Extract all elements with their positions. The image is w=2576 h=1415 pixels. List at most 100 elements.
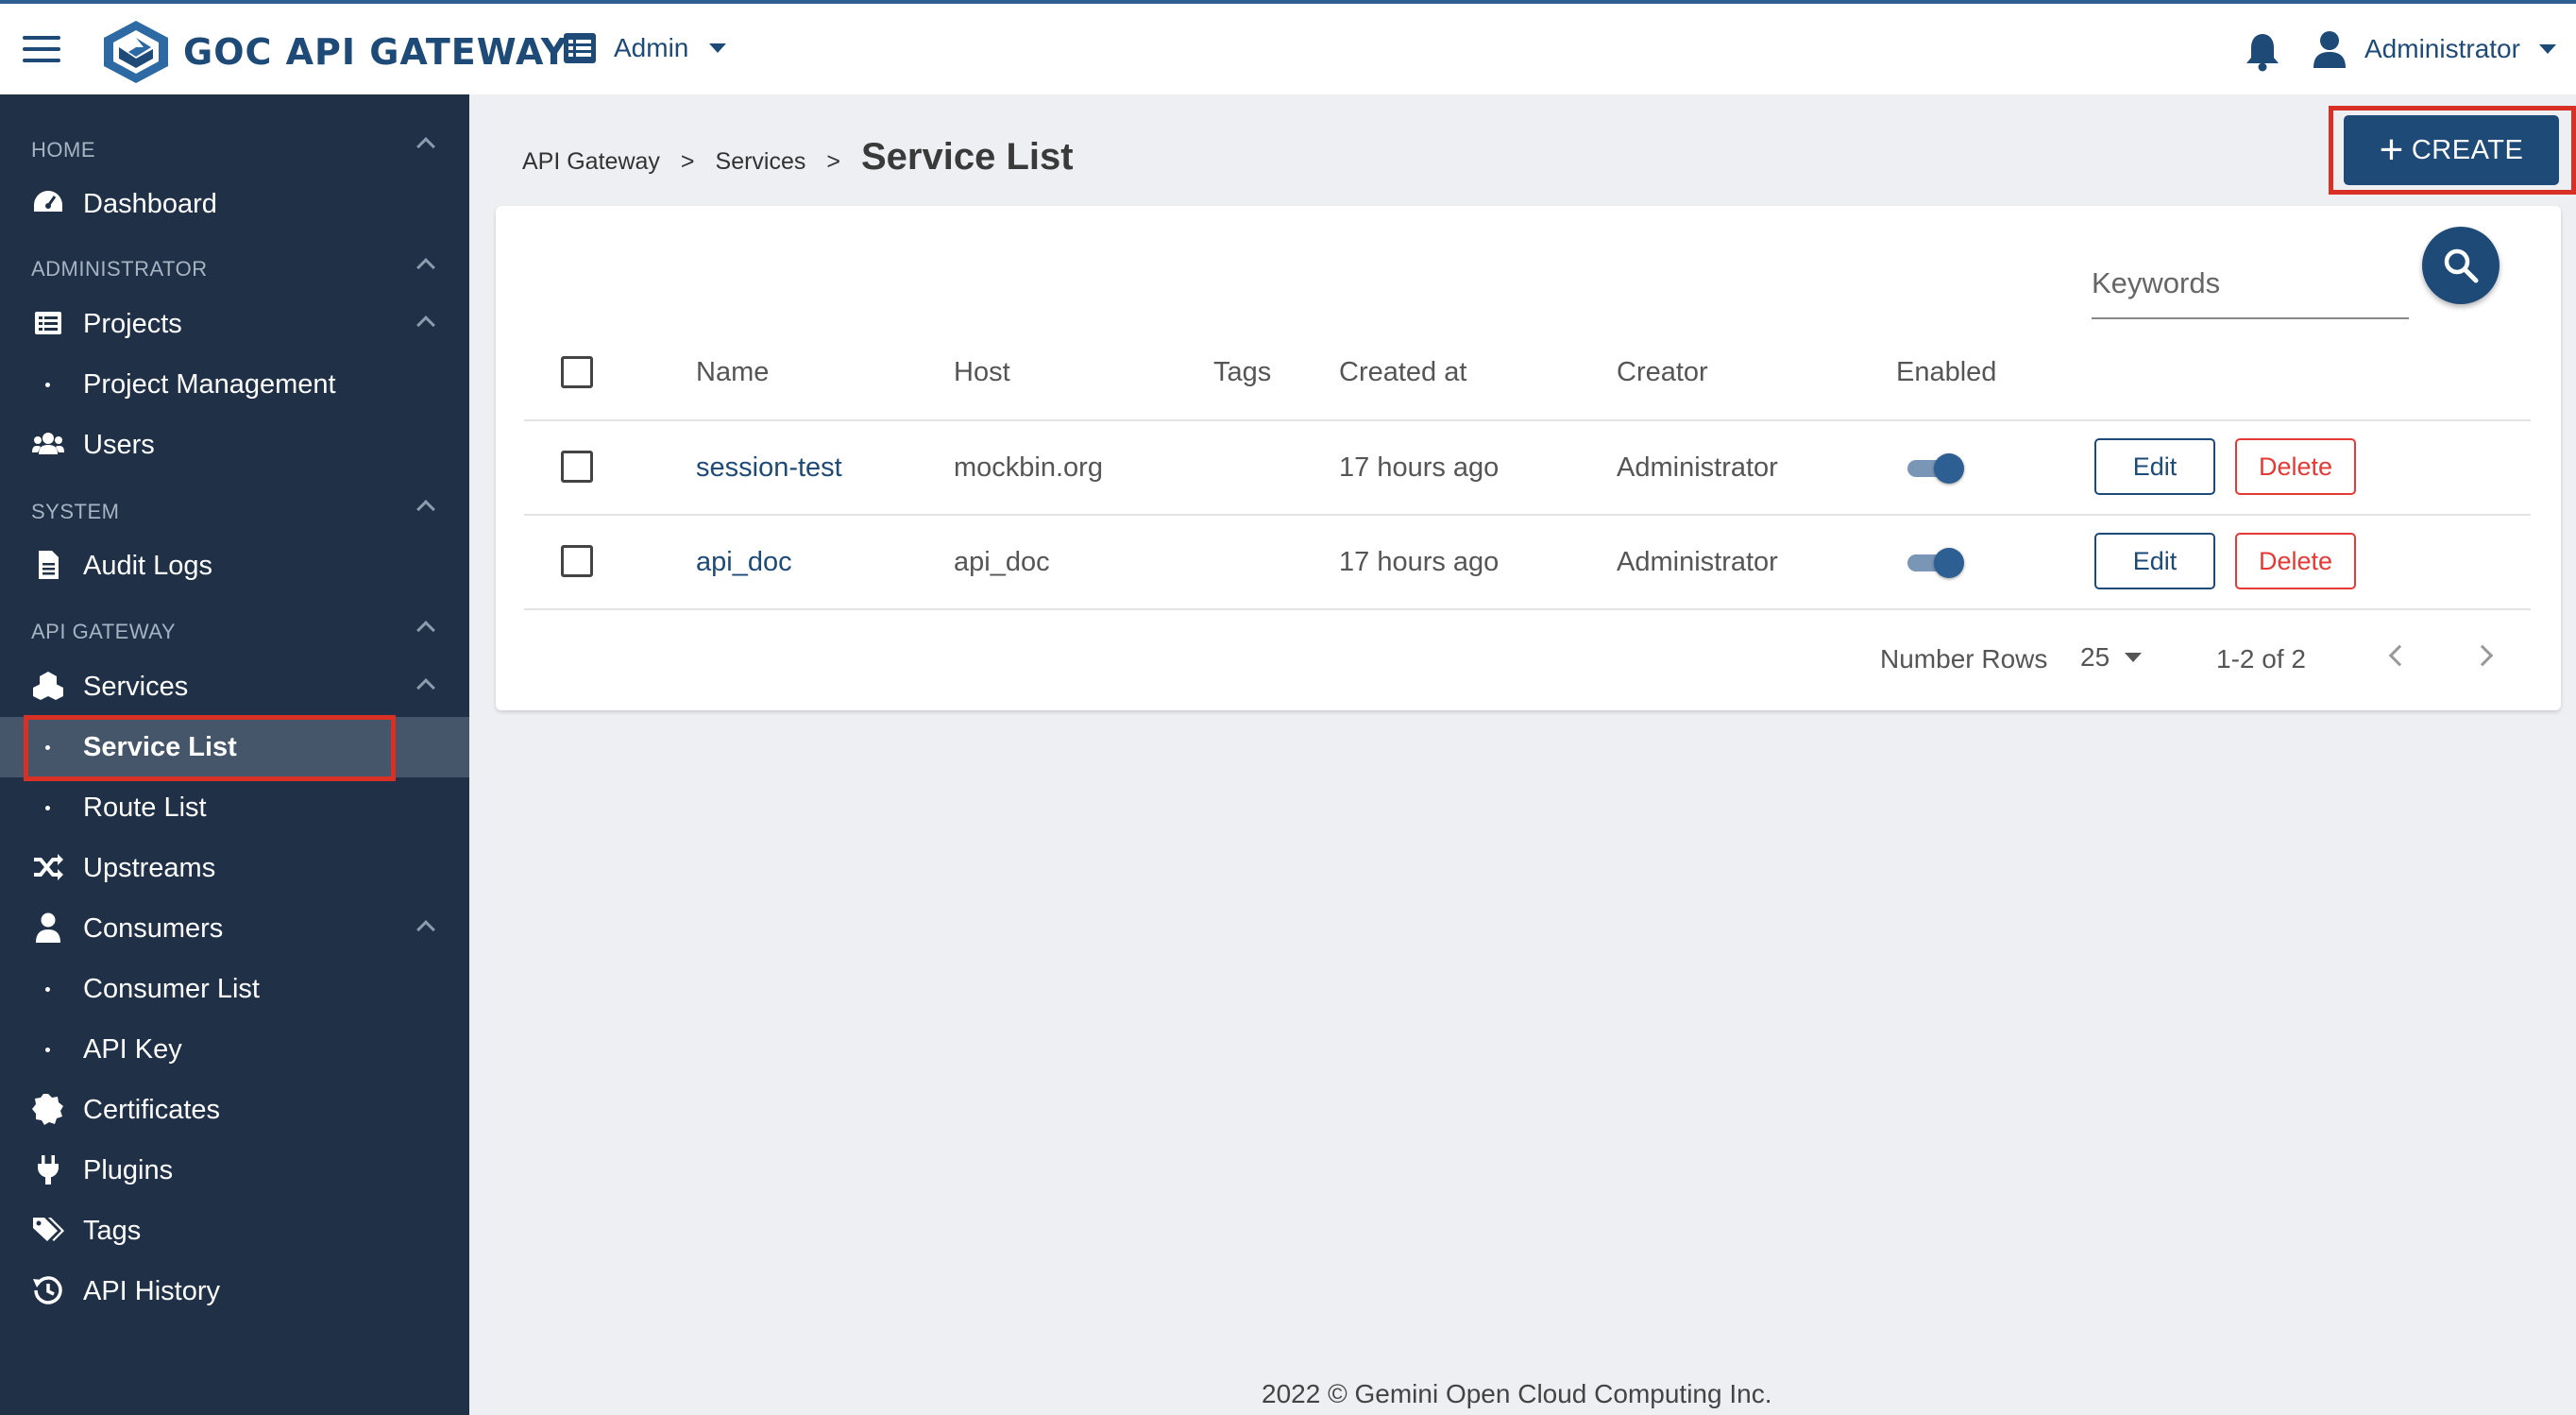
sidebar-item-label: API Key bbox=[83, 1033, 182, 1065]
shuffle-icon bbox=[34, 854, 63, 880]
app-logo[interactable]: GOC API GATEWAY bbox=[100, 19, 568, 85]
sidebar-item-upstreams[interactable]: Upstreams bbox=[0, 838, 469, 898]
service-host: mockbin.org bbox=[954, 452, 1103, 483]
section-administrator: ADMINISTRATOR bbox=[31, 257, 208, 281]
rows-per-page-select[interactable]: 25 bbox=[2080, 642, 2143, 673]
user-icon bbox=[36, 912, 60, 943]
sidebar-item-label: Users bbox=[83, 429, 155, 460]
breadcrumb-separator: > bbox=[680, 148, 695, 175]
caret-down-icon bbox=[709, 43, 727, 53]
role-label: Admin bbox=[614, 33, 689, 62]
rows-per-page-value: 25 bbox=[2080, 642, 2110, 672]
highlight-box bbox=[2329, 106, 2576, 195]
column-header-host[interactable]: Host bbox=[954, 357, 1010, 388]
search-input[interactable] bbox=[2092, 255, 2409, 312]
sidebar-item-label: Projects bbox=[83, 308, 182, 339]
chevron-up-icon[interactable] bbox=[416, 258, 435, 277]
sidebar-item-route-list[interactable]: Route List bbox=[0, 777, 469, 838]
notification-bell-icon[interactable] bbox=[2244, 32, 2281, 72]
sidebar-item-audit-logs[interactable]: Audit Logs bbox=[0, 536, 469, 596]
user-avatar-icon bbox=[2313, 31, 2346, 68]
sidebar-item-api-key[interactable]: API Key bbox=[0, 1019, 469, 1080]
sidebar-item-label: Audit Logs bbox=[83, 550, 213, 581]
file-icon bbox=[39, 551, 59, 579]
history-icon bbox=[33, 1276, 62, 1304]
search-icon bbox=[2444, 248, 2479, 283]
row-checkbox[interactable] bbox=[561, 545, 593, 577]
keywords-field[interactable] bbox=[2092, 255, 2409, 319]
projects-icon bbox=[35, 312, 61, 334]
highlight-box bbox=[24, 715, 396, 781]
enabled-toggle[interactable] bbox=[1907, 546, 1964, 578]
sidebar-item-label: Route List bbox=[83, 792, 207, 823]
users-icon bbox=[32, 433, 64, 454]
services-icon bbox=[33, 672, 63, 700]
divider bbox=[524, 419, 2531, 421]
select-all-checkbox[interactable] bbox=[561, 356, 593, 388]
user-name: Administrator bbox=[2364, 34, 2520, 63]
divider bbox=[524, 514, 2531, 516]
sidebar-item-consumers[interactable]: Consumers bbox=[0, 898, 469, 959]
bullet-icon bbox=[45, 987, 50, 992]
role-dropdown[interactable]: Admin bbox=[563, 32, 727, 64]
service-created-at: 17 hours ago bbox=[1339, 452, 1500, 483]
search-button[interactable] bbox=[2422, 227, 2500, 304]
chevron-up-icon bbox=[416, 315, 435, 334]
bullet-icon bbox=[45, 1048, 50, 1052]
column-header-tags[interactable]: Tags bbox=[1213, 357, 1271, 388]
sidebar-item-plugins[interactable]: Plugins bbox=[0, 1140, 469, 1201]
sidebar-item-projects[interactable]: Projects bbox=[0, 294, 469, 354]
caret-down-icon bbox=[2538, 44, 2556, 54]
next-page-icon[interactable] bbox=[2471, 644, 2494, 667]
sidebar-item-label: Consumers bbox=[83, 912, 224, 944]
chevron-up-icon[interactable] bbox=[416, 137, 435, 156]
footer-copyright: 2022 © Gemini Open Cloud Computing Inc. bbox=[1262, 1379, 1772, 1408]
app-title: GOC API GATEWAY bbox=[183, 31, 568, 73]
edit-button[interactable]: Edit bbox=[2094, 438, 2215, 495]
dashboard-icon bbox=[34, 191, 62, 212]
enabled-toggle[interactable] bbox=[1907, 452, 1964, 484]
column-header-enabled[interactable]: Enabled bbox=[1896, 357, 1996, 388]
chevron-up-icon[interactable] bbox=[416, 621, 435, 639]
sidebar-item-api-history[interactable]: API History bbox=[0, 1261, 469, 1321]
chevron-up-icon bbox=[416, 920, 435, 939]
edit-button[interactable]: Edit bbox=[2094, 533, 2215, 589]
breadcrumb: API Gateway > Services > Service List bbox=[522, 136, 1074, 179]
user-dropdown[interactable]: Administrator bbox=[2312, 30, 2556, 68]
service-host: api_doc bbox=[954, 547, 1050, 577]
sidebar-item-users[interactable]: Users bbox=[0, 415, 469, 475]
sidebar-item-consumer-list[interactable]: Consumer List bbox=[0, 959, 469, 1019]
service-name-link[interactable]: api_doc bbox=[696, 547, 792, 578]
sidebar-item-dashboard[interactable]: Dashboard bbox=[0, 174, 469, 234]
sidebar-item-label: Dashboard bbox=[83, 188, 217, 219]
bullet-icon bbox=[45, 806, 50, 810]
service-name-link[interactable]: session-test bbox=[696, 452, 842, 484]
divider bbox=[524, 608, 2531, 610]
pagination-range: 1-2 of 2 bbox=[2216, 644, 2306, 673]
delete-button[interactable]: Delete bbox=[2235, 533, 2356, 589]
previous-page-icon[interactable] bbox=[2388, 644, 2411, 667]
column-header-creator[interactable]: Creator bbox=[1617, 357, 1708, 388]
column-header-name[interactable]: Name bbox=[696, 357, 769, 388]
service-list-card: Name Host Tags Created at Creator Enable… bbox=[496, 206, 2561, 710]
sidebar-item-label: Services bbox=[83, 671, 189, 702]
rows-per-page-label: Number Rows bbox=[1880, 644, 2048, 673]
sidebar-item-label: Consumer List bbox=[83, 973, 260, 1004]
logo-icon bbox=[104, 21, 168, 83]
delete-button[interactable]: Delete bbox=[2235, 438, 2356, 495]
section-api-gateway: API GATEWAY bbox=[31, 620, 177, 643]
tags-icon bbox=[33, 1218, 64, 1241]
breadcrumb-services[interactable]: Services bbox=[716, 148, 806, 176]
sidebar-item-label: Tags bbox=[83, 1215, 142, 1246]
sidebar-item-certificates[interactable]: Certificates bbox=[0, 1080, 469, 1140]
sidebar-item-tags[interactable]: Tags bbox=[0, 1201, 469, 1261]
menu-icon[interactable] bbox=[23, 36, 60, 64]
row-checkbox[interactable] bbox=[561, 451, 593, 483]
section-system: SYSTEM bbox=[31, 500, 120, 523]
column-header-created-at[interactable]: Created at bbox=[1339, 357, 1466, 388]
chevron-up-icon[interactable] bbox=[416, 500, 435, 519]
breadcrumb-api-gateway[interactable]: API Gateway bbox=[522, 148, 660, 176]
sidebar-item-project-management[interactable]: Project Management bbox=[0, 354, 469, 415]
sidebar-item-services[interactable]: Services bbox=[0, 656, 469, 717]
sidebar-item-label: Upstreams bbox=[83, 852, 216, 883]
